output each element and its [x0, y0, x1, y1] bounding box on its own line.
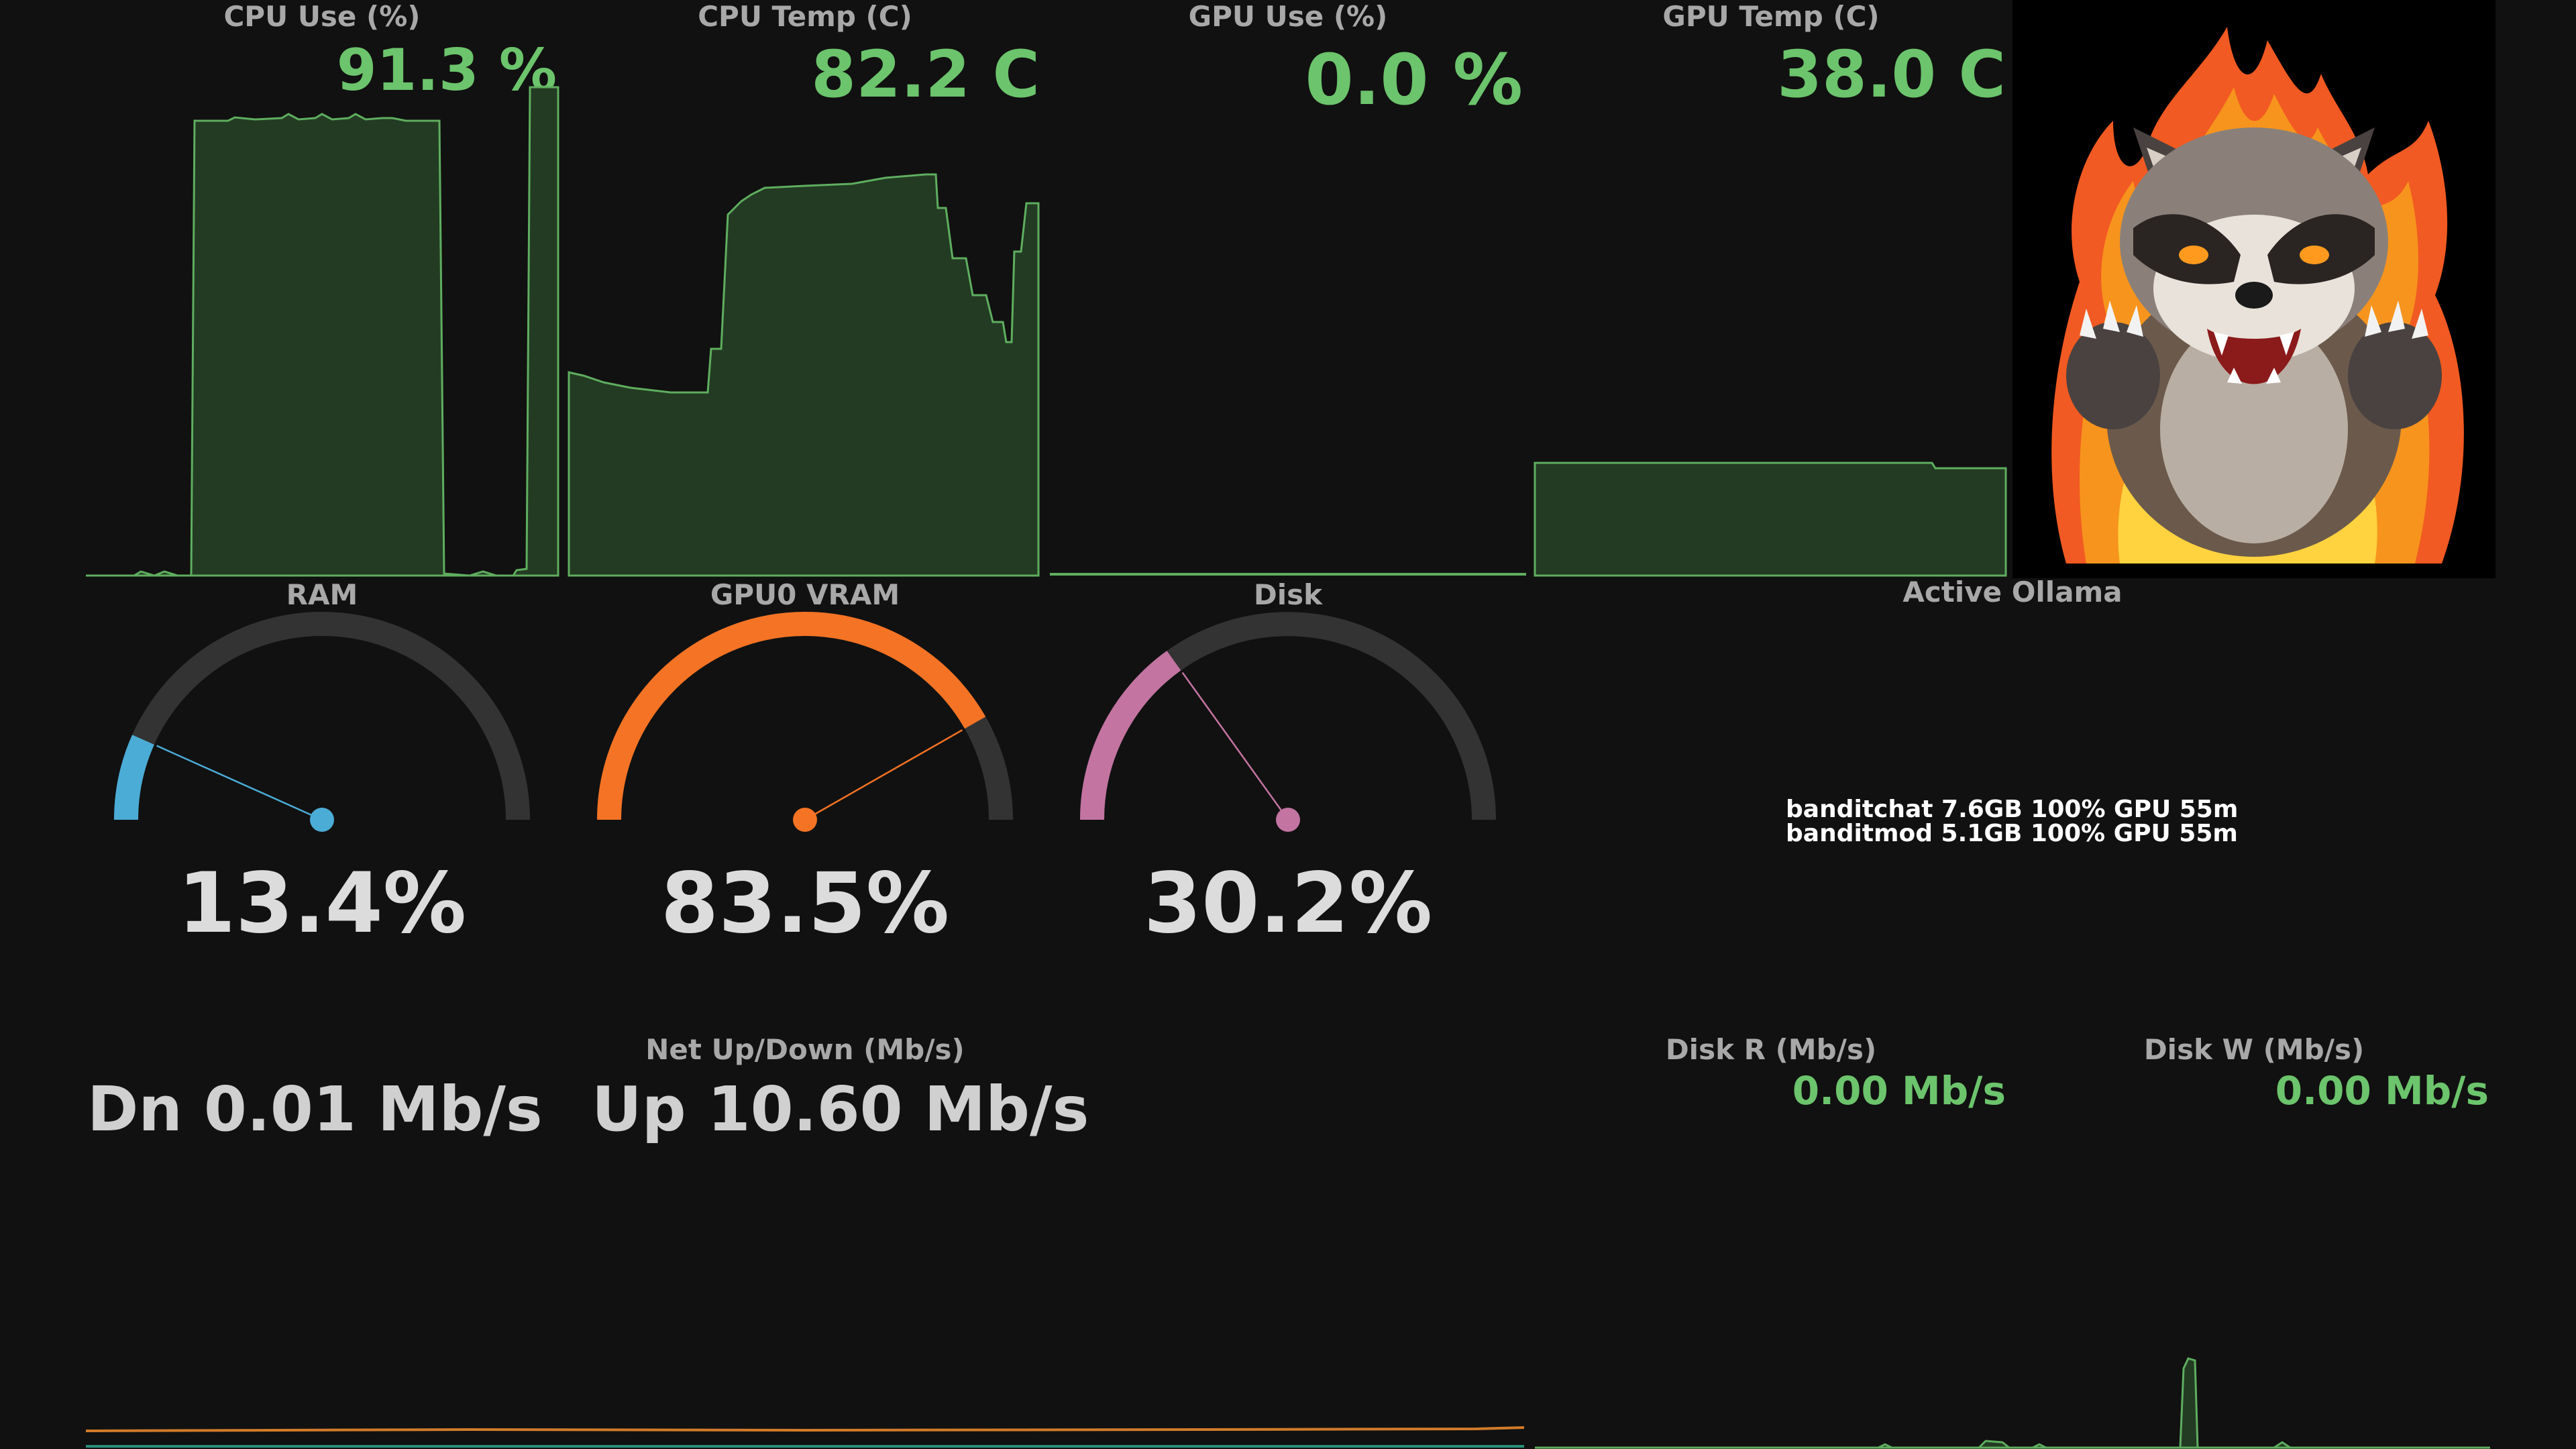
disk-io-area	[1535, 1357, 2490, 1449]
disk-io-chart	[1535, 1357, 2490, 1449]
